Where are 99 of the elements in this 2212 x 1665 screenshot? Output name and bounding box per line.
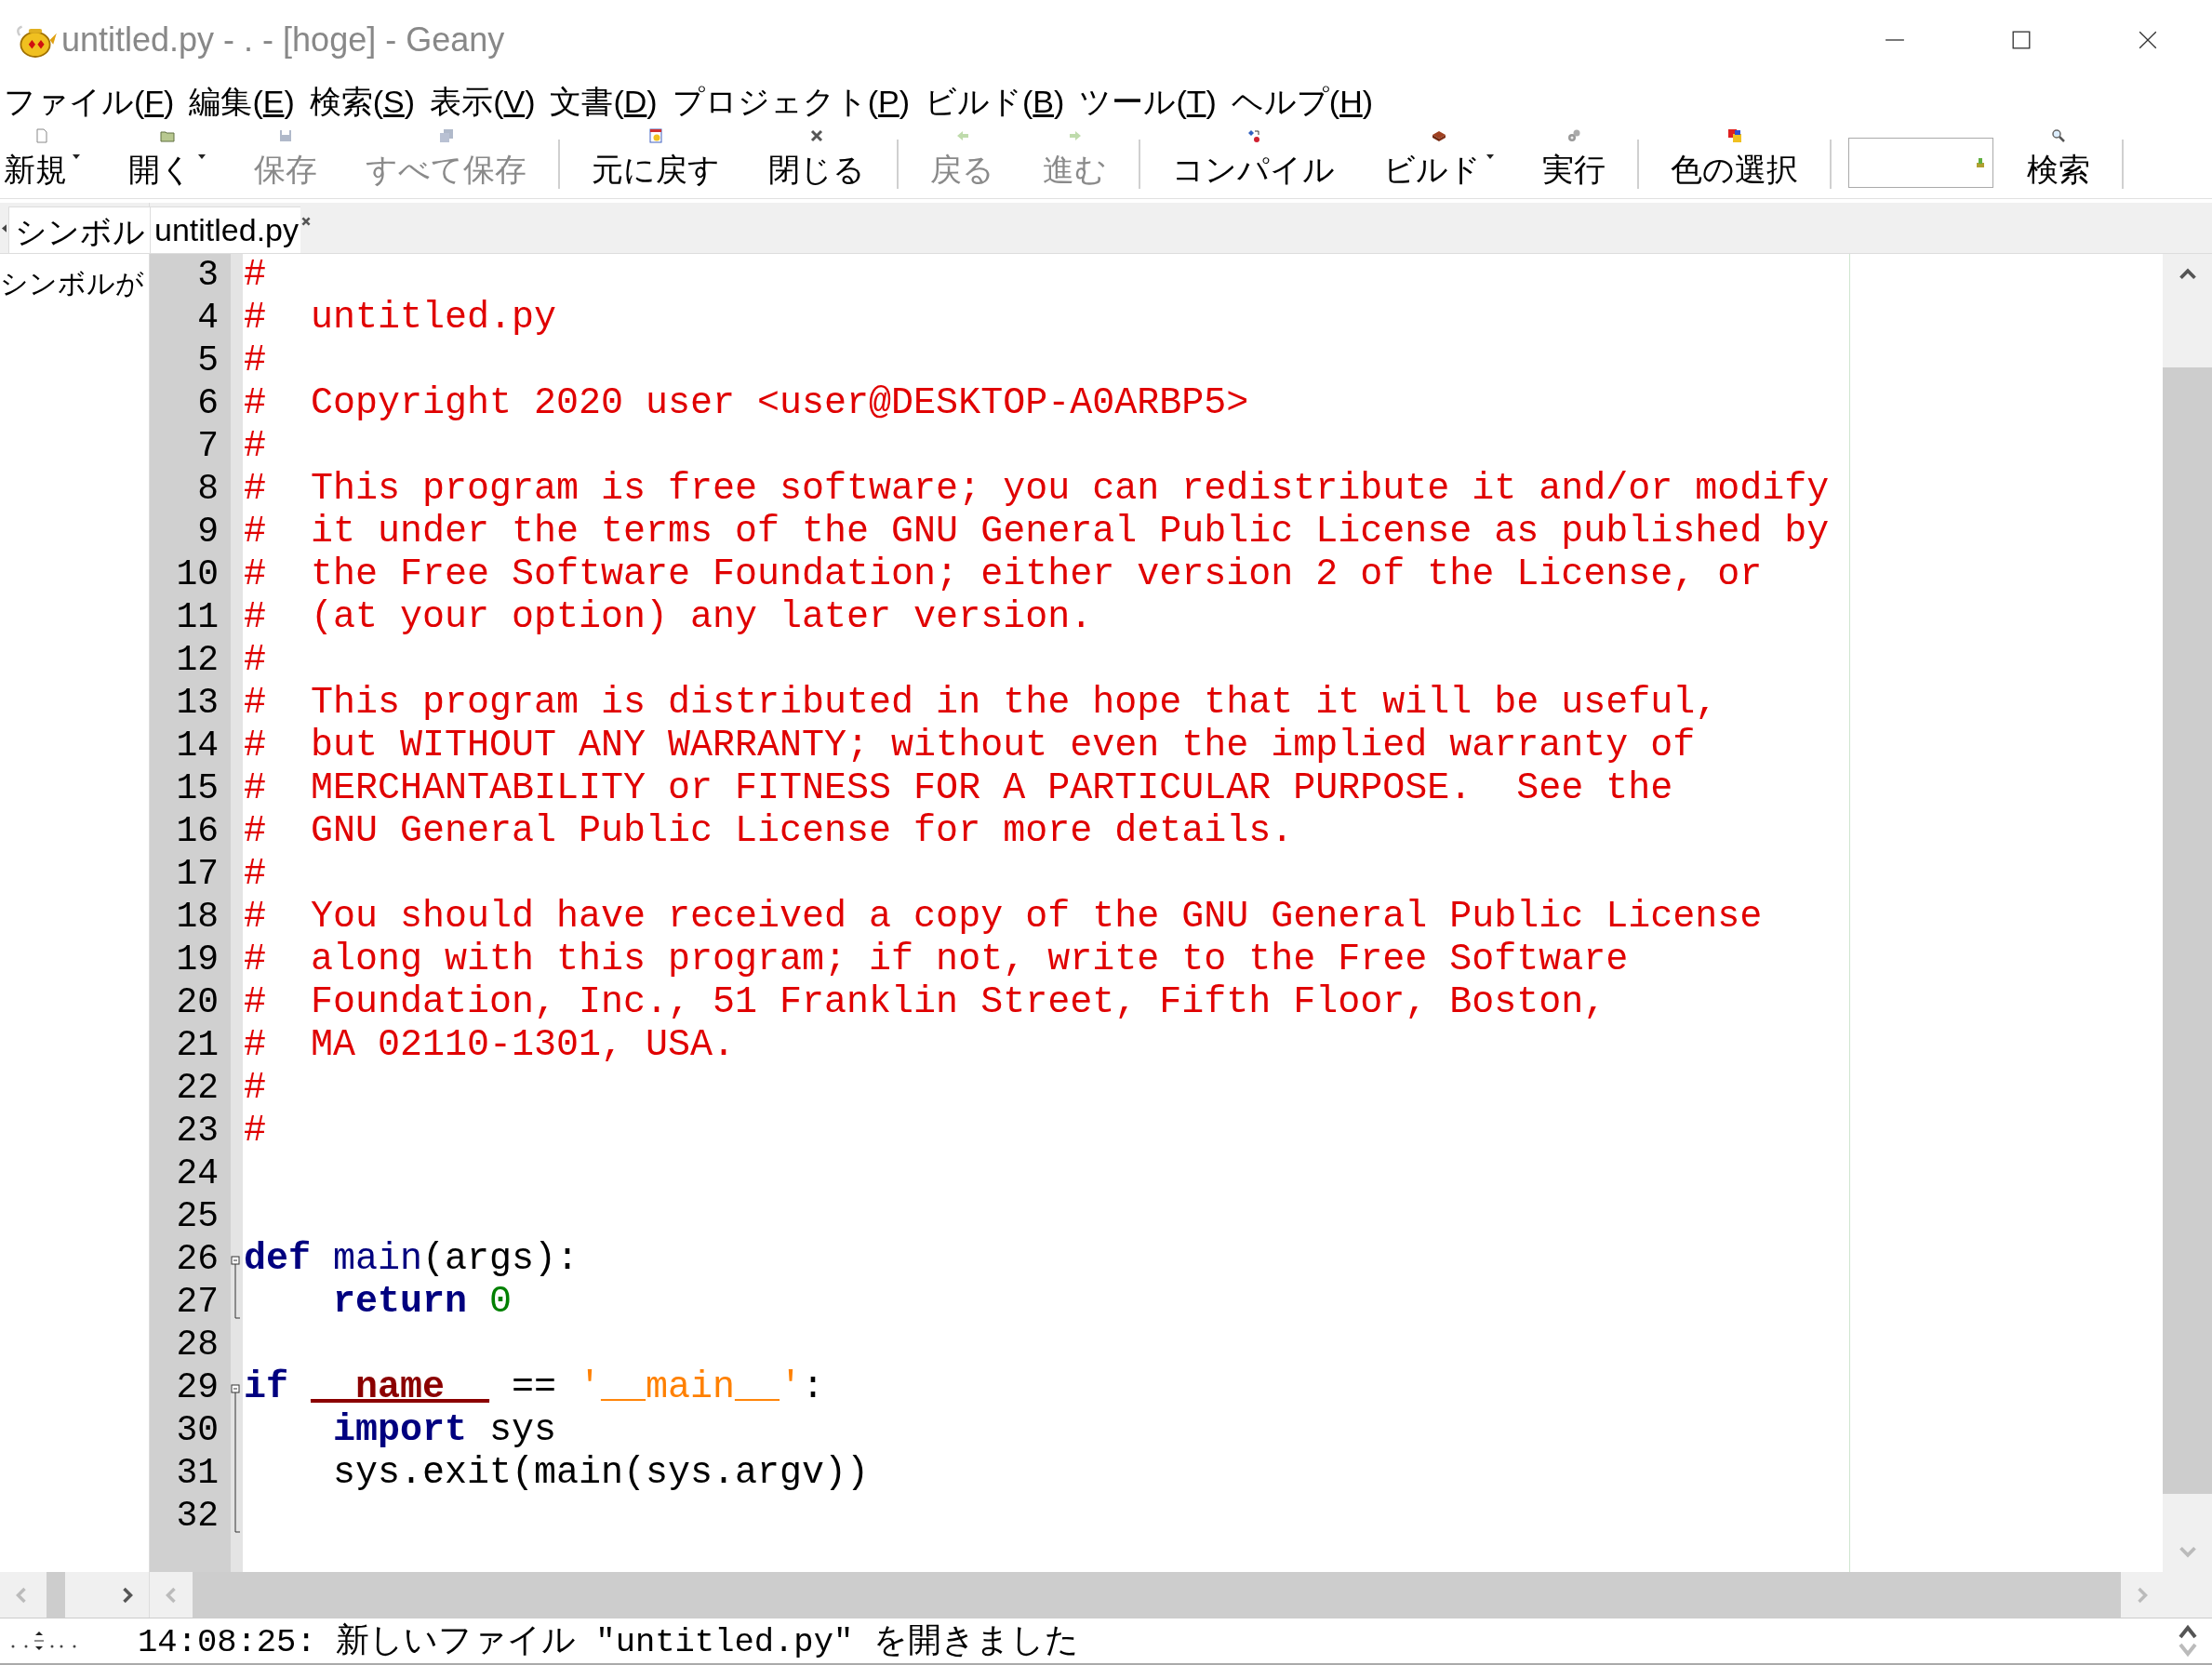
menu-item[interactable]: ヘルプ(H) bbox=[1231, 81, 1374, 125]
code-line: # it under the terms of the GNU General Public License as published by bbox=[244, 510, 1830, 553]
line-number: 18 bbox=[176, 895, 219, 939]
maximize-icon[interactable] bbox=[2011, 30, 2032, 51]
menu-item[interactable]: ツール(T) bbox=[1079, 81, 1217, 125]
toolbar-button[interactable]: 元に戻す bbox=[567, 125, 744, 198]
sidebar-tab[interactable]: シンボル bbox=[8, 206, 152, 253]
scrollbar-thumb[interactable] bbox=[193, 1572, 2121, 1618]
code-line: # This program is distributed in the hope that it will be useful, bbox=[244, 681, 1718, 725]
folder-icon bbox=[159, 128, 175, 144]
close-icon[interactable] bbox=[300, 215, 312, 227]
code-line: # bbox=[244, 253, 266, 297]
toolbar-button[interactable]: 開く bbox=[104, 125, 230, 198]
marker-icon bbox=[1976, 157, 1985, 169]
code-line: # MA 02110-1301, USA. bbox=[244, 1023, 736, 1067]
code-line: # bbox=[244, 638, 266, 682]
window-title: untitled.py - . - [hoge] - Geany bbox=[61, 20, 505, 60]
code-line: # along with this program; if not, write to the Free Software bbox=[244, 938, 1629, 981]
code-line: # MERCHANTABILITY or FITNESS FOR A PARTICULAR PURPOSE. See the bbox=[244, 766, 1673, 810]
toolbar-button[interactable]: 色の選択 bbox=[1646, 125, 1822, 198]
toolbar-button[interactable]: 実行 bbox=[1518, 125, 1630, 198]
menu-item[interactable]: 文書(D) bbox=[550, 81, 658, 125]
line-number: 22 bbox=[176, 1066, 219, 1110]
line-number: 16 bbox=[176, 809, 219, 853]
search-input-field[interactable] bbox=[1848, 138, 1993, 189]
line-number: 20 bbox=[176, 980, 219, 1024]
scrollbar-thumb[interactable] bbox=[2163, 366, 2212, 1494]
line-number: 10 bbox=[176, 553, 219, 596]
line-number: 27 bbox=[176, 1280, 219, 1324]
code-line: # bbox=[244, 1109, 266, 1152]
line-number: 12 bbox=[176, 638, 219, 682]
close-icon bbox=[809, 128, 824, 144]
line-number: 7 bbox=[197, 424, 219, 468]
code-line: # the Free Software Foundation; either version 2 of the License, or bbox=[244, 553, 1763, 596]
line-number: 4 bbox=[197, 296, 219, 340]
close-icon[interactable] bbox=[2138, 30, 2158, 51]
code-line: # untitled.py bbox=[244, 296, 557, 340]
code-line: # (at your option) any later version. bbox=[244, 595, 1093, 639]
document-icon bbox=[648, 128, 663, 144]
code-line: # bbox=[244, 339, 266, 382]
toolbar-button[interactable]: コンパイル bbox=[1148, 125, 1359, 198]
code-line: # bbox=[244, 1066, 266, 1110]
line-number: 29 bbox=[176, 1365, 219, 1409]
line-number: 15 bbox=[176, 766, 219, 810]
line-number: 14 bbox=[176, 724, 219, 767]
new-file-icon bbox=[34, 128, 49, 144]
code-line: # but WITHOUT ANY WARRANTY; without even the implied warranty of bbox=[244, 724, 1696, 767]
code-line: if __name__ == '__main__': bbox=[244, 1365, 825, 1409]
color-swatch-icon bbox=[1726, 128, 1742, 144]
line-number: 31 bbox=[176, 1451, 219, 1495]
line-number: 28 bbox=[176, 1323, 219, 1366]
code-line: # bbox=[244, 424, 266, 468]
floppy-disks-icon bbox=[438, 128, 454, 144]
toolbar-button[interactable]: 新規 bbox=[0, 125, 104, 198]
line-number: 24 bbox=[176, 1152, 219, 1195]
gears-icon bbox=[1566, 128, 1581, 144]
menu-item[interactable]: ファイル(F) bbox=[4, 81, 175, 125]
menu-item[interactable]: 編集(E) bbox=[189, 81, 295, 125]
line-number: 9 bbox=[197, 510, 219, 553]
line-number: 19 bbox=[176, 938, 219, 981]
code-line: # GNU General Public License for more details. bbox=[244, 809, 1294, 853]
brick-icon bbox=[1431, 128, 1446, 144]
line-number: 21 bbox=[176, 1023, 219, 1067]
line-number: 11 bbox=[176, 595, 219, 639]
line-number: 5 bbox=[197, 339, 219, 382]
line-number: 26 bbox=[176, 1237, 219, 1281]
toolbar-button[interactable]: 検索 bbox=[2003, 125, 2114, 198]
scroll-right-icon[interactable] bbox=[121, 1585, 134, 1605]
code-line: # Foundation, Inc., 51 Franklin Street, Fifth Floor, Boston, bbox=[244, 980, 1606, 1024]
status-message: 14:08:25: 新しいファイル "untitled.py" を開きました bbox=[138, 1621, 1080, 1663]
code-line: # bbox=[244, 852, 266, 896]
arrow-left-icon[interactable] bbox=[2, 223, 7, 233]
code-line: # This program is free software; you can redistribute it and/or modify bbox=[244, 467, 1830, 511]
scrollbar-thumb[interactable] bbox=[47, 1572, 65, 1618]
code-line: # You should have received a copy of the GNU General Public License bbox=[244, 895, 1763, 939]
line-number: 30 bbox=[176, 1408, 219, 1452]
line-number: 23 bbox=[176, 1109, 219, 1152]
menu-item[interactable]: プロジェクト(P) bbox=[672, 81, 911, 125]
line-number: 25 bbox=[176, 1194, 219, 1238]
scroll-up-icon[interactable] bbox=[2178, 266, 2197, 282]
code-line: def main(args): bbox=[244, 1237, 580, 1281]
line-number: 6 bbox=[197, 381, 219, 425]
line-number: 32 bbox=[176, 1494, 219, 1538]
code-line: sys.exit(main(sys.argv)) bbox=[332, 1451, 870, 1495]
code-line: return 0 bbox=[332, 1280, 513, 1324]
menu-item[interactable]: 表示(V) bbox=[430, 81, 536, 125]
code-line: import sys bbox=[332, 1408, 557, 1452]
line-number: 13 bbox=[176, 681, 219, 725]
search-icon bbox=[2051, 128, 2066, 144]
toolbar-button[interactable]: 閉じる bbox=[744, 125, 889, 198]
symbol-message: シンボルが bbox=[0, 266, 144, 300]
line-number: 17 bbox=[176, 852, 219, 896]
menu-item[interactable]: ビルド(B) bbox=[925, 81, 1065, 125]
code-line: # Copyright 2020 user <user@DESKTOP-A0ARBP5> bbox=[244, 381, 1249, 425]
toolbar-button[interactable]: ビルド bbox=[1359, 125, 1518, 198]
menu-item[interactable]: 検索(S) bbox=[309, 81, 416, 125]
line-number: 3 bbox=[197, 253, 219, 297]
document-tab[interactable]: untitled.py bbox=[150, 206, 300, 253]
line-number: 8 bbox=[197, 467, 219, 511]
